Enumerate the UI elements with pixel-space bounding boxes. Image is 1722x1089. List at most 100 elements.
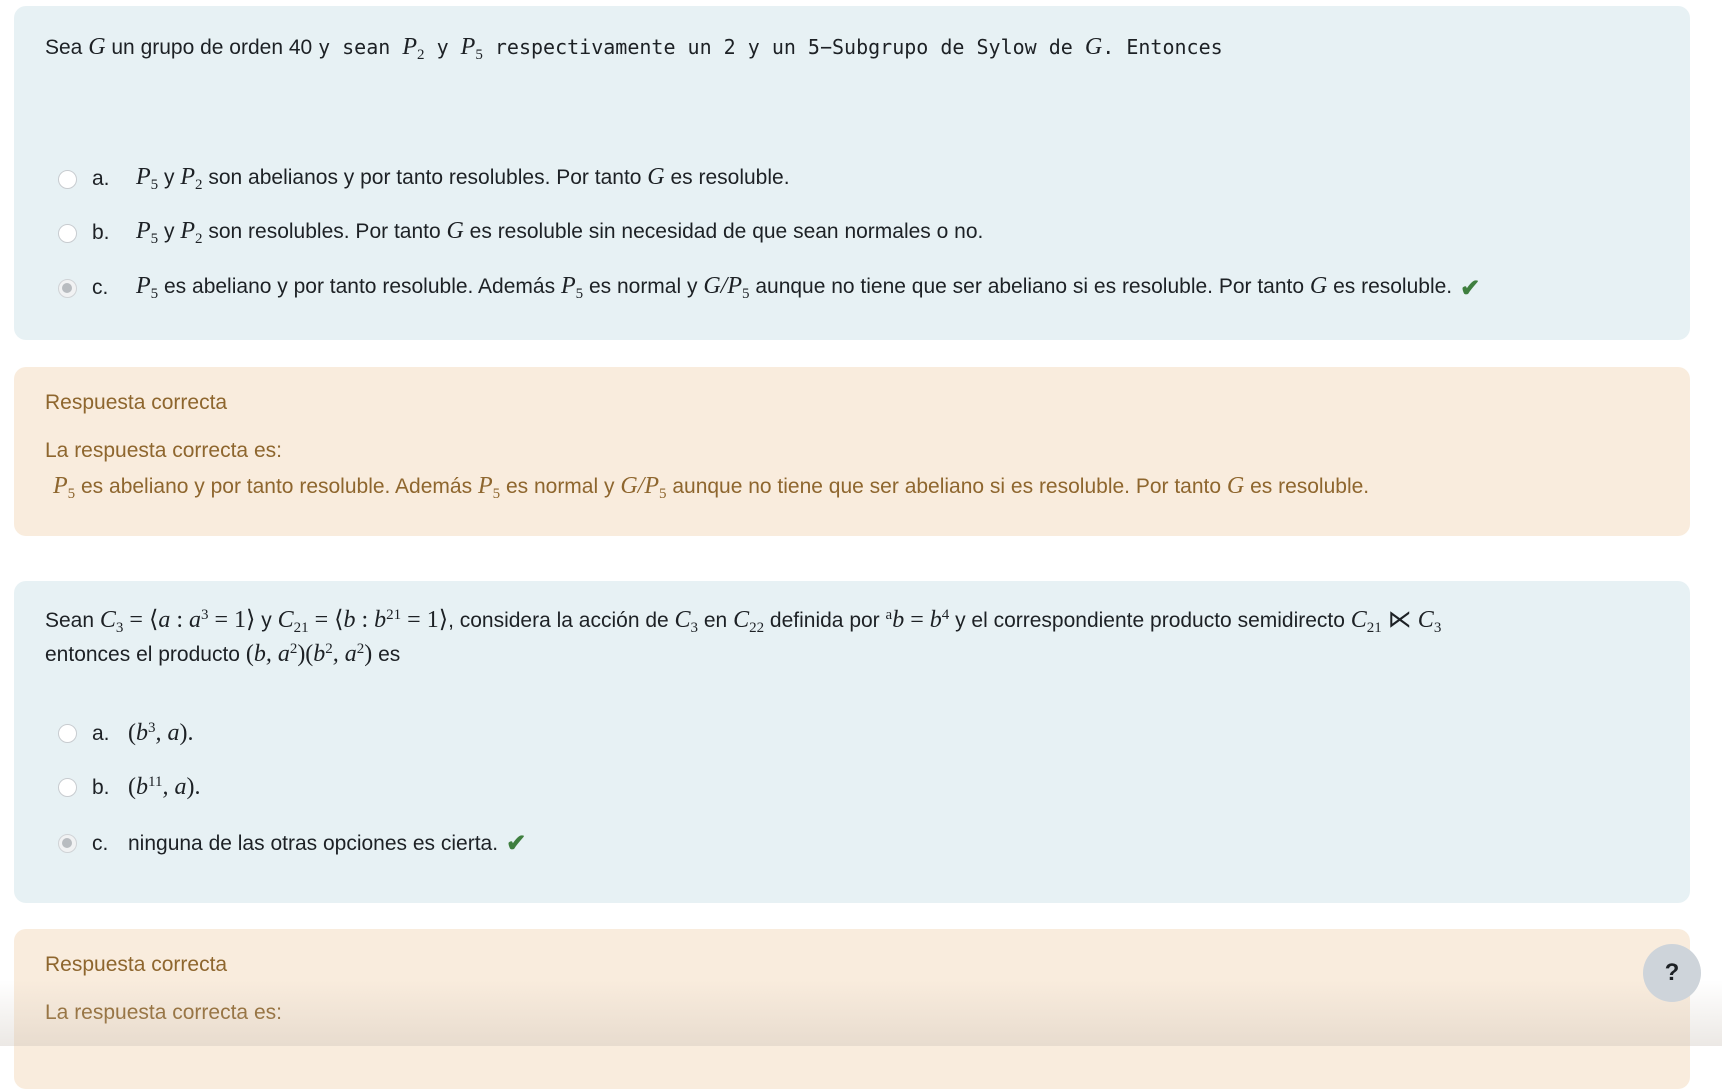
- text-segment: y el correspondiente producto semidirect…: [949, 609, 1351, 632]
- math-segment: P: [402, 34, 418, 60]
- math-segment: G: [88, 34, 106, 60]
- math-segment: 21: [1366, 620, 1382, 637]
- text-segment: aunque no tiene que ser abeliano si es r…: [749, 275, 1310, 298]
- math-segment: , a: [162, 774, 187, 800]
- feedback-intro: La respuesta correcta es:: [45, 1001, 282, 1024]
- option-letter: a.: [92, 167, 110, 191]
- math-segment: 3: [690, 620, 699, 637]
- math-segment: G: [647, 164, 665, 190]
- feedback-intro: La respuesta correcta es:: [45, 439, 282, 462]
- feedback-card-1: Respuesta correcta La respuesta correcta…: [14, 367, 1690, 536]
- radio-button[interactable]: [58, 223, 77, 243]
- math-segment: P: [477, 473, 493, 499]
- text-segment: es resoluble.: [1327, 275, 1453, 298]
- text-segment: definida por: [764, 609, 886, 632]
- option-c[interactable]: c. ninguna de las otras opciones es cier…: [58, 829, 526, 858]
- math-segment: b: [929, 607, 942, 633]
- math-segment: b: [343, 607, 356, 633]
- option-text: ninguna de las otras opciones es cierta.: [128, 832, 498, 856]
- text-segment: y: [424, 35, 461, 59]
- math-segment: )(: [297, 641, 314, 667]
- text-segment: un grupo de orden 40: [105, 36, 319, 59]
- option-c[interactable]: c. P5 es abeliano y por tanto resoluble.…: [58, 273, 1480, 303]
- radio-button[interactable]: [58, 169, 77, 189]
- math-segment: b: [136, 720, 148, 746]
- math-segment: b: [892, 607, 905, 633]
- option-b[interactable]: b. (b11, a).: [58, 774, 200, 801]
- check-icon: ✔: [506, 830, 527, 857]
- math-segment: = 1⟩: [208, 607, 256, 633]
- text-segment: son abelianos y por tanto resolubles. Po…: [202, 166, 648, 189]
- math-segment: 2: [417, 47, 425, 64]
- math-segment: C: [733, 607, 750, 633]
- math-segment: P: [180, 164, 196, 190]
- text-segment: , considera la acción de: [448, 609, 675, 632]
- option-b[interactable]: b. P5 y P2 son resolubles. Por tanto G e…: [58, 218, 983, 248]
- math-segment: C: [1417, 607, 1434, 633]
- math-segment: P: [136, 218, 151, 244]
- math-segment: b: [136, 774, 148, 800]
- math-segment: 5: [742, 286, 750, 303]
- math-segment: b: [374, 607, 387, 633]
- text-segment: Sea: [45, 36, 89, 59]
- math-segment: , a: [332, 641, 357, 667]
- text-segment: es abeliano y por tanto resoluble. Ademá…: [75, 475, 478, 498]
- text-segment: Sean: [45, 609, 100, 632]
- math-segment: G: [1309, 273, 1328, 299]
- math-segment: b: [313, 641, 326, 667]
- text-segment: en: [698, 609, 734, 632]
- text-segment: es: [372, 643, 401, 666]
- math-segment: 2: [195, 177, 203, 194]
- math-segment: :: [170, 607, 189, 633]
- radio-button-selected[interactable]: [58, 278, 77, 298]
- math-segment: =: [904, 607, 930, 633]
- math-segment: G: [1084, 34, 1103, 60]
- option-text: P5 es abeliano y por tanto resoluble. Ad…: [136, 273, 1452, 303]
- math-segment: ).: [186, 774, 201, 800]
- math-segment: P: [460, 34, 476, 60]
- text-segment: es resoluble sin necesidad de que sean n…: [463, 220, 984, 243]
- math-segment: , a: [155, 720, 180, 746]
- option-text: (b3, a).: [128, 720, 194, 747]
- question-text-2: entonces el producto (b, a2)(b2, a2) es: [45, 641, 400, 668]
- option-a[interactable]: a. P5 y P2 son abelianos y por tanto res…: [58, 164, 790, 194]
- math-segment: 5: [575, 286, 584, 303]
- math-segment: a: [158, 607, 171, 633]
- text-segment: es normal y: [500, 475, 621, 498]
- question-mark-icon: ?: [1664, 959, 1680, 986]
- text-segment: entonces el producto: [45, 643, 246, 666]
- math-segment: G: [1226, 473, 1245, 499]
- option-a[interactable]: a. (b3, a).: [58, 720, 194, 747]
- help-button[interactable]: ?: [1643, 944, 1701, 1002]
- math-segment: 11: [148, 774, 163, 790]
- math-segment: 21: [293, 620, 309, 637]
- text-segment: y: [158, 166, 181, 189]
- math-segment: (: [128, 774, 136, 800]
- text-segment: ninguna de las otras opciones es cierta.: [128, 831, 499, 855]
- math-segment: b, a: [253, 641, 290, 667]
- math-segment: 2: [325, 641, 333, 657]
- text-segment: es resoluble.: [1244, 475, 1370, 498]
- math-segment: ⋉: [1381, 607, 1418, 633]
- option-letter: a.: [92, 721, 110, 745]
- text-segment: . Entonces: [1102, 35, 1223, 59]
- math-segment: 2: [195, 231, 203, 248]
- option-text: P5 y P2 son abelianos y por tanto resolu…: [136, 164, 790, 194]
- math-segment: = ⟨: [123, 607, 159, 633]
- math-segment: (: [128, 720, 136, 746]
- text-segment: es normal y: [583, 275, 704, 298]
- option-text: P5 y P2 son resolubles. Por tanto G es r…: [136, 218, 983, 248]
- radio-button[interactable]: [58, 778, 77, 797]
- math-segment: 22: [749, 620, 765, 637]
- option-letter: c.: [92, 276, 109, 300]
- math-segment: C: [277, 607, 294, 633]
- radio-button-selected[interactable]: [58, 834, 77, 853]
- math-segment: = 1⟩: [401, 607, 449, 633]
- math-segment: C: [1350, 607, 1367, 633]
- math-segment: P: [560, 273, 576, 299]
- text-segment: es abeliano y por tanto resoluble. Ademá…: [158, 275, 561, 298]
- option-letter: c.: [92, 831, 109, 855]
- feedback-status: Respuesta correcta: [45, 953, 228, 976]
- radio-button[interactable]: [58, 724, 77, 743]
- math-segment: C: [674, 607, 691, 633]
